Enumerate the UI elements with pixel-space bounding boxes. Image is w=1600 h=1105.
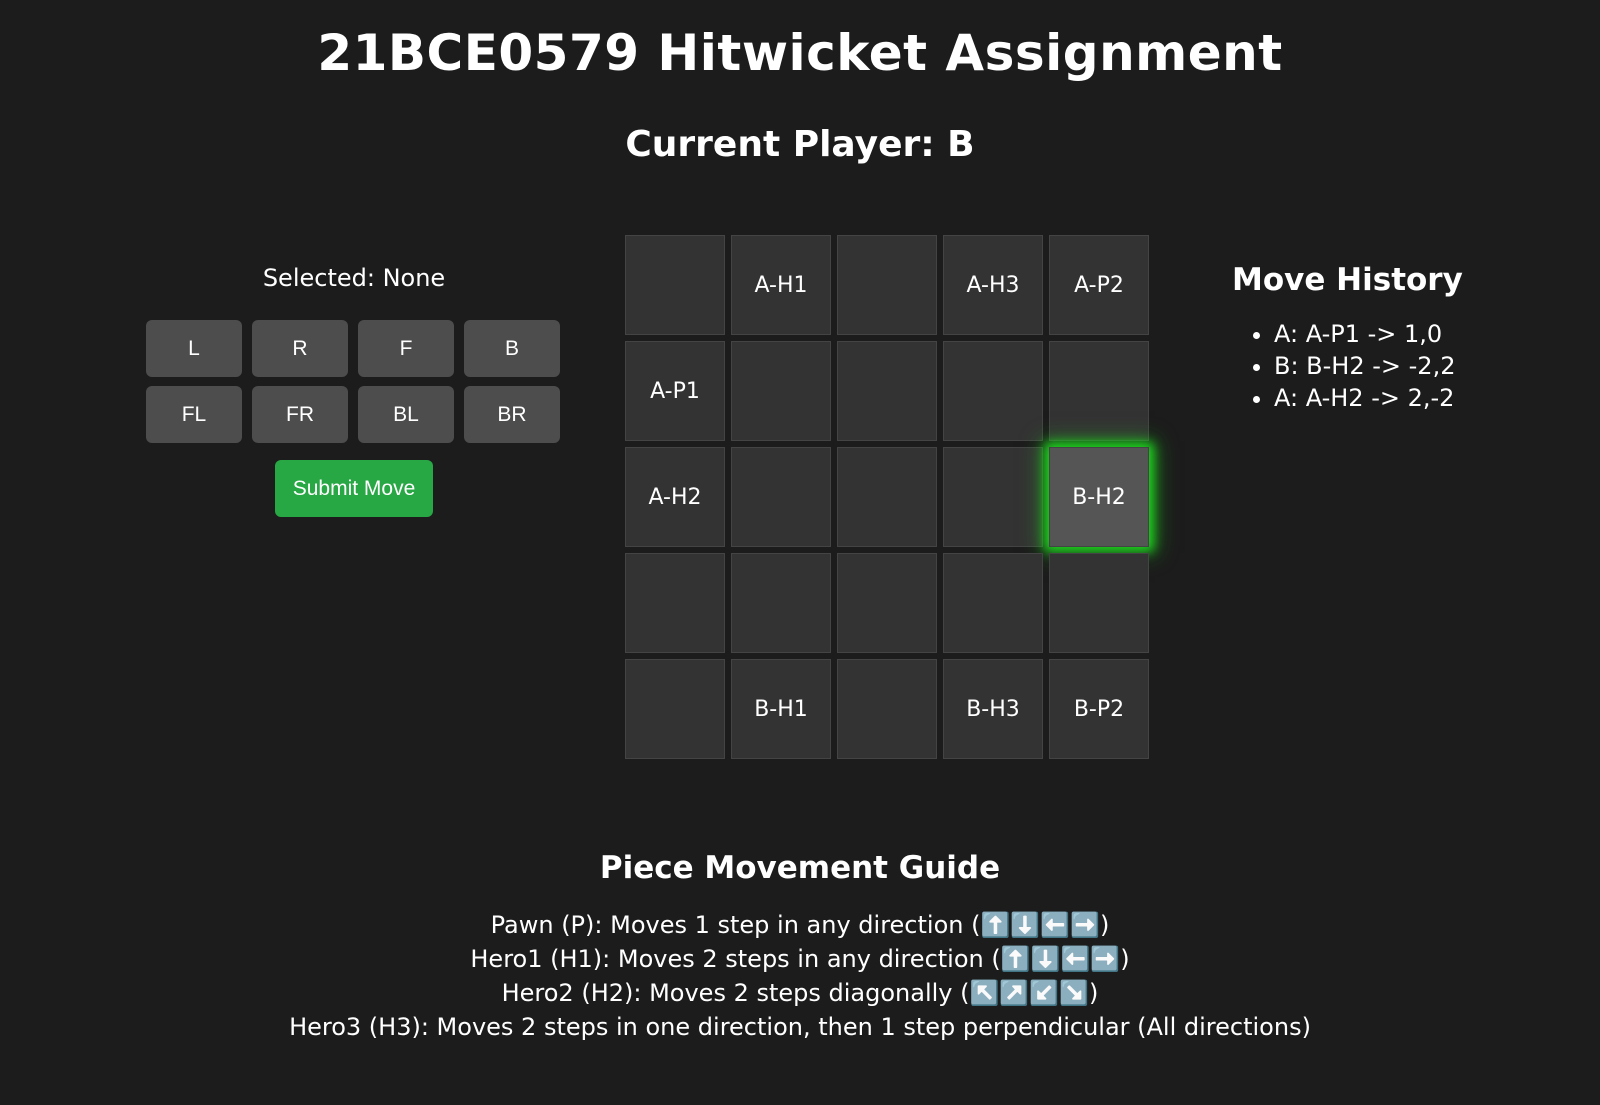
move-button-bl[interactable]: BL (358, 386, 454, 443)
board-cell[interactable] (731, 447, 831, 547)
board-cell[interactable] (731, 553, 831, 653)
guide-line-hero2: Hero2 (H2): Moves 2 steps diagonally (↖️… (501, 979, 1099, 1007)
move-history-item: A: A-H2 -> 2,-2 (1274, 382, 1570, 414)
board-cell[interactable] (837, 341, 937, 441)
board-cell[interactable]: B-H3 (943, 659, 1043, 759)
move-button-r[interactable]: R (252, 320, 348, 377)
board-cell[interactable]: A-P1 (625, 341, 725, 441)
board-cell[interactable] (625, 235, 725, 335)
board-cell[interactable] (1049, 341, 1149, 441)
board-cell[interactable] (625, 553, 725, 653)
movement-guide: Piece Movement Guide Pawn (P): Moves 1 s… (0, 850, 1600, 1044)
guide-line-hero1: Hero1 (H1): Moves 2 steps in any directi… (470, 945, 1130, 973)
move-button-br[interactable]: BR (464, 386, 560, 443)
board-cell[interactable] (943, 447, 1043, 547)
guide-line-hero3: Hero3 (H3): Moves 2 steps in one directi… (289, 1013, 1311, 1041)
move-history-panel: Move History A: A-P1 -> 1,0 B: B-H2 -> -… (1230, 262, 1570, 414)
move-button-b[interactable]: B (464, 320, 560, 377)
submit-move-button[interactable]: Submit Move (275, 460, 433, 517)
board-cell[interactable] (625, 659, 725, 759)
game-page: 21BCE0579 Hitwicket Assignment Current P… (0, 0, 1600, 1105)
movement-guide-title: Piece Movement Guide (599, 850, 1001, 886)
board-cell[interactable] (837, 235, 937, 335)
move-history-title: Move History (1232, 262, 1463, 298)
board-cell[interactable]: A-H1 (731, 235, 831, 335)
board-cell[interactable]: B-P2 (1049, 659, 1149, 759)
board-cell[interactable]: B-H1 (731, 659, 831, 759)
move-history-item: A: A-P1 -> 1,0 (1274, 318, 1570, 350)
board-cell[interactable] (943, 553, 1043, 653)
move-controls: Selected: None L R F B FL FR BL BR Submi… (146, 258, 562, 517)
selected-piece-label: Selected: None (262, 264, 446, 292)
move-button-l[interactable]: L (146, 320, 242, 377)
current-player-label: Current Player: B (625, 124, 975, 165)
board-cell[interactable] (837, 659, 937, 759)
board-cell[interactable] (837, 553, 937, 653)
move-button-grid: L R F B FL FR BL BR (146, 320, 562, 443)
board-cell-selected[interactable]: B-H2 (1049, 447, 1149, 547)
move-button-fl[interactable]: FL (146, 386, 242, 443)
board-cell[interactable]: A-P2 (1049, 235, 1149, 335)
submit-wrapper: Submit Move (146, 460, 562, 517)
move-history-item: B: B-H2 -> -2,2 (1274, 350, 1570, 382)
board-cell[interactable] (837, 447, 937, 547)
move-history-list: A: A-P1 -> 1,0 B: B-H2 -> -2,2 A: A-H2 -… (1230, 318, 1570, 414)
board-cell[interactable] (943, 341, 1043, 441)
game-board: A-H1 A-H3 A-P2 A-P1 A-H2 B-H2 B-H1 B-H3 … (625, 235, 1149, 759)
page-title: 21BCE0579 Hitwicket Assignment (317, 24, 1283, 82)
move-button-fr[interactable]: FR (252, 386, 348, 443)
board-cell[interactable] (731, 341, 831, 441)
board-cell[interactable]: A-H2 (625, 447, 725, 547)
board-cell[interactable] (1049, 553, 1149, 653)
guide-line-pawn: Pawn (P): Moves 1 step in any direction … (490, 911, 1110, 939)
board-cell[interactable]: A-H3 (943, 235, 1043, 335)
move-button-f[interactable]: F (358, 320, 454, 377)
